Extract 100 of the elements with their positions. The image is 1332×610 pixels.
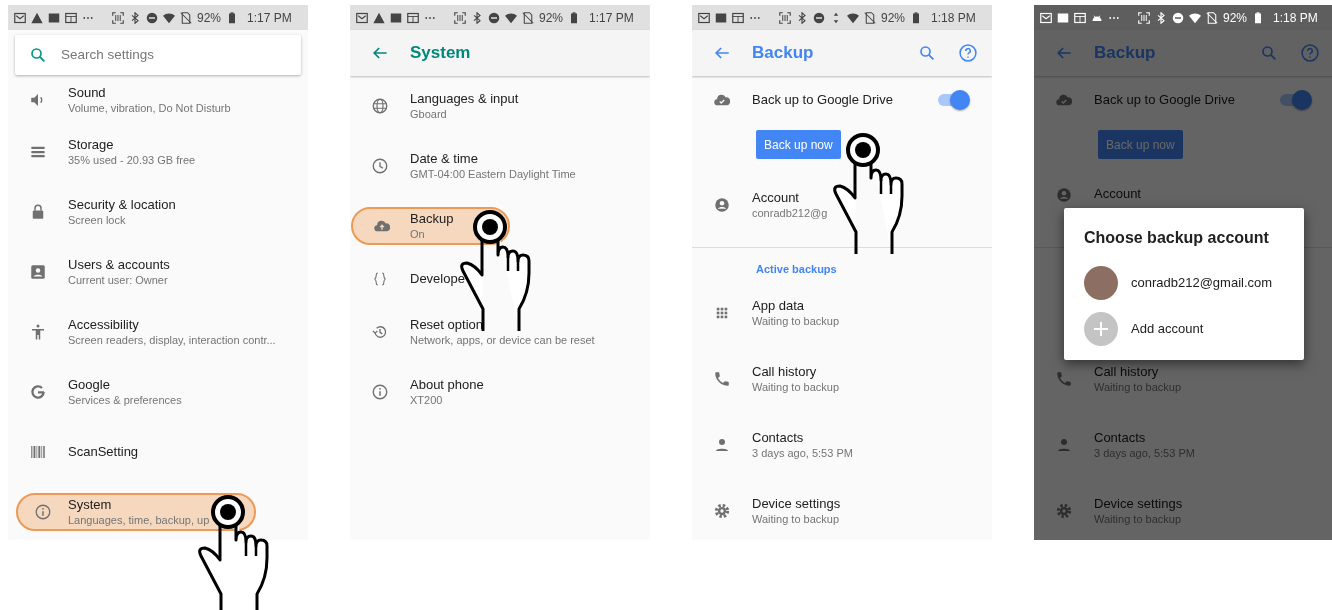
item-subtitle: On — [410, 226, 426, 242]
item-subtitle: GMT-04:00 Eastern Daylight Time — [410, 166, 576, 182]
do-not-disturb-icon — [813, 11, 825, 24]
settings-item[interactable]: System Languages, time, backup, up — [16, 493, 256, 531]
warning-icon — [373, 11, 385, 24]
window-icon — [1074, 11, 1086, 24]
item-title: Users & accounts — [68, 256, 170, 273]
bluetooth-icon — [129, 11, 141, 24]
page-title: Backup — [752, 42, 815, 65]
info-icon — [371, 383, 389, 401]
account-circle-icon — [1055, 186, 1073, 204]
bluetooth-icon — [471, 11, 483, 24]
backup-now-button[interactable]: Back up now — [756, 130, 841, 159]
item-subtitle: Waiting to backup — [752, 379, 840, 395]
item-subtitle: Current user: Owner — [68, 272, 169, 288]
scanner-icon — [1138, 11, 1150, 24]
mail-icon — [698, 11, 710, 24]
settings-item[interactable]: Storage 35% used - 20.93 GB free — [8, 122, 308, 182]
item-title: Device settings — [1094, 495, 1183, 512]
item-title: Languages & input — [410, 90, 519, 107]
braces-icon — [371, 270, 389, 288]
settings-item[interactable]: Sound Volume, vibration, Do Not Disturb — [8, 78, 308, 122]
phone-icon — [713, 370, 731, 388]
page-title: Backup — [1094, 42, 1157, 65]
avatar-circle — [1084, 266, 1118, 300]
battery-percent: 92% — [1223, 9, 1248, 27]
wifi-icon — [505, 11, 517, 24]
history-icon — [371, 323, 389, 341]
info-icon — [34, 503, 52, 521]
clock-time: 1:18 PM — [1273, 9, 1318, 27]
item-subtitle: Services & preferences — [68, 392, 182, 408]
add-icon — [1084, 312, 1118, 346]
do-not-disturb-icon — [488, 11, 500, 24]
clock-time: 1:17 PM — [247, 9, 292, 27]
settings-item[interactable]: Device settings Waiting to backup — [692, 478, 992, 540]
settings-item[interactable]: Accessibility Screen readers, display, interaction contr... — [8, 302, 308, 362]
help-icon[interactable] — [1300, 43, 1320, 63]
scanner-icon — [454, 11, 466, 24]
scanner-icon — [779, 11, 791, 24]
item-title: Call history — [752, 363, 818, 380]
item-subtitle: 3 days ago, 5:53 PM — [752, 445, 853, 461]
item-title: Device settings — [752, 495, 841, 512]
mail-icon — [356, 11, 368, 24]
mail-icon — [1040, 11, 1052, 24]
wifi-icon — [847, 11, 859, 24]
item-subtitle: Network, apps, or device can be reset — [410, 332, 595, 348]
search-icon — [29, 46, 47, 64]
no-sim-icon — [864, 11, 876, 24]
item-title: System — [68, 496, 113, 513]
item-subtitle: conradb212@g — [752, 205, 828, 221]
search-bar[interactable]: Search settings — [15, 35, 301, 75]
item-title: Contacts — [1094, 429, 1147, 446]
account-circle-icon — [713, 196, 731, 214]
item-title: App data — [752, 297, 806, 314]
item-title: Sound — [68, 84, 107, 101]
item-subtitle: Screen readers, display, interaction contr... — [68, 332, 276, 348]
search-icon[interactable] — [1260, 44, 1278, 62]
gear-icon — [1055, 502, 1073, 520]
no-sim-icon — [1206, 11, 1218, 24]
settings-item[interactable]: Users & accounts Current user: Owner — [8, 242, 308, 302]
search-icon[interactable] — [918, 44, 936, 62]
settings-item[interactable]: Languages & input Gboard — [350, 76, 650, 136]
settings-item[interactable]: Contacts 3 days ago, 5:53 PM — [692, 412, 992, 478]
item-title: Account — [752, 189, 800, 206]
dialog-option[interactable]: conradb212@gmail.com — [1131, 273, 1273, 293]
item-title: Storage — [68, 136, 115, 153]
accessibility-icon — [29, 323, 47, 341]
settings-item[interactable]: Security & location Screen lock — [8, 182, 308, 242]
item-subtitle: Screen lock — [68, 212, 127, 228]
dialog-option[interactable]: Add account — [1131, 319, 1204, 339]
barcode-icon — [29, 443, 47, 461]
settings-item[interactable]: ScanSetting — [8, 422, 308, 482]
clock-icon — [371, 157, 389, 175]
window-icon — [65, 11, 77, 24]
no-sim-icon — [180, 11, 192, 24]
settings-item[interactable]: Google Services & preferences — [8, 362, 308, 422]
wifi-icon — [163, 11, 175, 24]
section-label: Active backups — [755, 262, 838, 277]
item-subtitle: XT200 — [410, 392, 444, 408]
settings-item[interactable]: Account conradb212@g — [692, 174, 992, 236]
item-subtitle: Languages, time, backup, up — [68, 512, 210, 528]
clock-time: 1:17 PM — [589, 9, 634, 27]
window-icon — [407, 11, 419, 24]
wifi-icon — [1189, 11, 1201, 24]
globe-icon — [371, 97, 389, 115]
settings-item[interactable]: Call history Waiting to backup — [692, 346, 992, 412]
item-title: Date & time — [410, 150, 479, 167]
bluetooth-icon — [796, 11, 808, 24]
battery-percent: 92% — [881, 9, 906, 27]
gear-icon — [713, 502, 731, 520]
search-field[interactable]: Search settings — [61, 44, 301, 66]
mail-icon — [14, 11, 26, 24]
person-icon — [713, 436, 731, 454]
settings-item[interactable]: Develope — [350, 256, 650, 302]
scanner-icon — [112, 11, 124, 24]
settings-item[interactable]: About phone XT200 — [350, 362, 650, 422]
do-not-disturb-icon — [146, 11, 158, 24]
help-icon[interactable] — [958, 43, 978, 63]
settings-item[interactable]: Date & time GMT-04:00 Eastern Daylight Time — [350, 136, 650, 196]
settings-item[interactable]: App data Waiting to backup — [692, 280, 992, 346]
